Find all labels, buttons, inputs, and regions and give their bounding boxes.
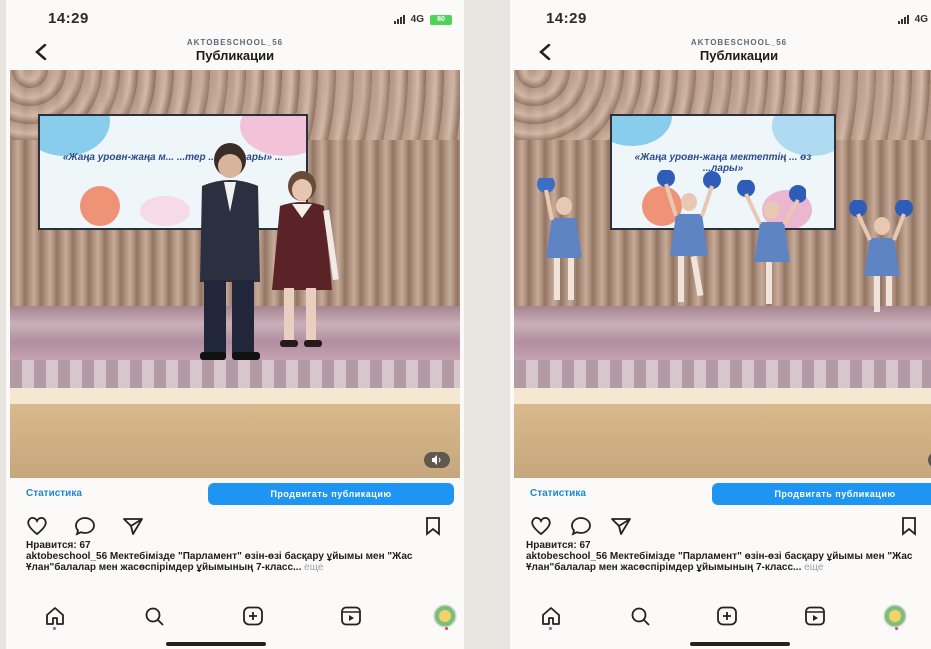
clock: 14:29	[546, 10, 587, 27]
signal-icon	[897, 15, 909, 24]
comment-icon[interactable]	[72, 514, 98, 538]
caption-username[interactable]: aktobeschool_56	[526, 551, 607, 562]
top-nav: AKTOBESCHOOL_56 Публикации	[510, 36, 931, 70]
home-icon[interactable]	[536, 602, 566, 630]
page-title: Публикации	[699, 48, 779, 63]
speaker-icon[interactable]	[424, 452, 450, 468]
send-icon[interactable]	[608, 514, 634, 538]
post-meta: Нравится: 67 aktobeschool_56 Мектебімізд…	[526, 540, 931, 573]
bottom-tab-bar	[510, 598, 931, 638]
status-bar: 14:29 4G 80	[6, 0, 464, 36]
profile-avatar[interactable]	[430, 602, 460, 630]
home-icon[interactable]	[40, 602, 70, 630]
clock: 14:29	[48, 10, 89, 27]
post-action-bar: Статистика Продвигать публикацию	[6, 480, 464, 510]
post-screen-1: 14:29 4G 80 AKTOBESCHOOL_56 Публикации «…	[6, 0, 464, 649]
system-indicators: 4G 80	[897, 14, 931, 25]
header-titles: AKTOBESCHOOL_56 Публикации	[510, 38, 931, 63]
network-type: 4G	[410, 14, 424, 25]
dancer	[537, 178, 582, 300]
dancer	[849, 200, 913, 312]
stage-front	[10, 404, 460, 478]
top-nav: AKTOBESCHOOL_56 Публикации	[6, 36, 464, 70]
send-icon[interactable]	[120, 514, 146, 538]
search-icon[interactable]	[626, 602, 656, 630]
stage-front	[514, 404, 931, 478]
engagement-icons	[510, 512, 931, 540]
account-name[interactable]: AKTOBESCHOOL_56	[510, 38, 931, 47]
post-caption: aktobeschool_56 Мектебімізде "Парламент"…	[26, 551, 446, 573]
bottom-tab-bar	[6, 598, 464, 638]
promote-post-button[interactable]: Продвигать публикацию	[208, 483, 454, 505]
home-indicator	[690, 642, 790, 646]
caption-more-link[interactable]: еще	[801, 562, 823, 573]
presenter-girl	[272, 171, 339, 347]
heart-icon[interactable]	[528, 514, 554, 538]
post-caption: aktobeschool_56 Мектебімізде "Парламент"…	[526, 551, 931, 573]
reels-icon[interactable]	[800, 602, 830, 630]
signal-icon	[393, 15, 405, 24]
reels-icon[interactable]	[336, 602, 366, 630]
network-type: 4G	[914, 14, 928, 25]
home-indicator	[166, 642, 266, 646]
system-indicators: 4G 80	[393, 14, 452, 25]
home-indicator-dot	[549, 627, 552, 630]
profile-indicator-dot	[445, 627, 448, 630]
promote-post-button[interactable]: Продвигать публикацию	[712, 483, 931, 505]
caption-more-link[interactable]: еще	[301, 562, 323, 573]
add-post-icon[interactable]	[712, 602, 742, 630]
battery-icon: 80	[430, 14, 452, 25]
carpet-border	[514, 360, 931, 390]
presenter-boy	[200, 143, 260, 360]
stage-edge	[514, 388, 931, 404]
home-indicator-dot	[53, 627, 56, 630]
dancer	[657, 170, 721, 302]
search-icon[interactable]	[140, 602, 170, 630]
post-screen-2: 14:29 4G 80 AKTOBESCHOOL_56 Публикации «…	[510, 0, 931, 649]
engagement-icons	[6, 512, 464, 540]
post-media-video[interactable]: «Жаңа уровн-жаңа мектептің ... өз ...лар…	[514, 70, 931, 478]
statistics-link[interactable]: Статистика	[530, 488, 586, 499]
stage-edge	[10, 388, 460, 404]
account-name[interactable]: AKTOBESCHOOL_56	[6, 38, 464, 47]
caption-username[interactable]: aktobeschool_56	[26, 551, 107, 562]
statistics-link[interactable]: Статистика	[26, 488, 82, 499]
bookmark-icon[interactable]	[420, 514, 446, 538]
carpet-border	[10, 360, 460, 390]
profile-indicator-dot	[895, 627, 898, 630]
add-post-icon[interactable]	[238, 602, 268, 630]
comment-icon[interactable]	[568, 514, 594, 538]
dancer	[737, 180, 806, 304]
likes-count[interactable]: Нравится: 67	[526, 540, 931, 551]
bookmark-icon[interactable]	[896, 514, 922, 538]
profile-avatar[interactable]	[880, 602, 910, 630]
heart-icon[interactable]	[24, 514, 50, 538]
post-meta: Нравится: 67 aktobeschool_56 Мектебімізд…	[26, 540, 446, 573]
post-action-bar: Статистика Продвигать публикацию	[510, 480, 931, 510]
post-media-video[interactable]: «Жаңа уровн-жаңа м... ...тер ... лаптары…	[10, 70, 460, 478]
status-bar: 14:29 4G 80	[510, 0, 931, 36]
header-titles: AKTOBESCHOOL_56 Публикации	[6, 38, 464, 63]
likes-count[interactable]: Нравится: 67	[26, 540, 446, 551]
page-title: Публикации	[195, 48, 275, 63]
